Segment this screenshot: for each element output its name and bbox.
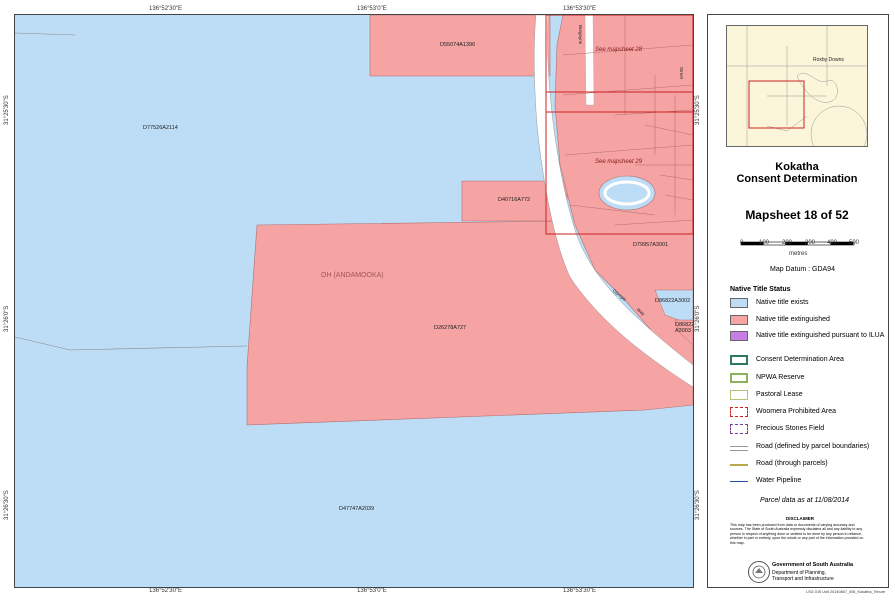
legend-swatch-cda: [730, 355, 748, 365]
coord-bottom-2: 136°53'0"E: [357, 588, 387, 594]
inset-map[interactable]: Roxby Downs: [726, 25, 868, 163]
legend-swatch-precious: [730, 424, 748, 434]
gov-logo-icon: [748, 561, 770, 583]
legend-label-exists: Native title exists: [756, 299, 809, 306]
coord-top-2: 136°53'0"E: [357, 6, 387, 12]
coord-top-3: 136°53'30"E: [563, 6, 597, 12]
coord-top-1: 136°52'30"E: [149, 6, 183, 12]
inset-extent: [748, 80, 805, 129]
label-road-street: Street: [679, 67, 684, 80]
legend-swatch-npwa: [730, 373, 748, 383]
legend-label-road1: Road (defined by parcel boundaries): [756, 443, 870, 450]
legend-label-pipe: Water Pipeline: [756, 477, 802, 484]
label-see-mapsheet-28[interactable]: See mapsheet 28: [595, 47, 642, 53]
legend-swatch-pipe: [730, 481, 748, 482]
legend-label-ilua: Native title extinguished pursuant to IL…: [756, 332, 885, 339]
legend-swatch-ilua: [730, 331, 748, 341]
label-d79957: D79957A3001: [633, 242, 669, 248]
legend-label-pastoral: Pastoral Lease: [756, 391, 803, 398]
coord-left-1: 31°25'30"S: [4, 95, 10, 125]
coord-right-2: 31°26'0"S: [695, 305, 701, 332]
coord-left-3: 31°26'30"S: [4, 490, 10, 520]
map-frame: D55074A1396 D77526A2114 D40716A772 D7995…: [14, 14, 694, 588]
label-d86822-2: D86822 A3003: [675, 322, 694, 334]
legend-swatch-pastoral: [730, 390, 748, 400]
inset-map-canvas: [727, 26, 868, 163]
label-see-mapsheet-29[interactable]: See mapsheet 29: [595, 159, 642, 165]
legend-swatch-exists: [730, 298, 748, 308]
legend-swatch-road2: [730, 464, 748, 466]
label-d40716: D40716A772: [498, 197, 531, 203]
scale-tick-2: 200: [782, 240, 793, 246]
legend-swatch-woomera: [730, 407, 748, 417]
label-oh: OH (ANDAMOOKA): [321, 272, 384, 279]
legend-label-precious: Precious Stones Field: [756, 425, 825, 432]
gov-line3: Transport and Infrastructure: [772, 576, 834, 582]
coord-right-3: 31°26'30"S: [695, 490, 701, 520]
title-line2: Consent Determination: [736, 173, 858, 185]
legend-swatch-road1: [730, 446, 748, 451]
coord-bottom-3: 136°53'30"E: [563, 588, 597, 594]
coord-right-1: 31°25'30"S: [695, 95, 701, 125]
legend-label-npwa: NPWA Reserve: [756, 374, 805, 381]
label-d86822-1: D86822A3002: [655, 298, 691, 304]
label-d77526: D77526A2114: [143, 125, 178, 131]
label-d55074: D55074A1396: [440, 42, 476, 48]
coord-left-2: 31°26'0"S: [4, 305, 10, 332]
legend-label-woomera: Woomera Prohibited Area: [756, 408, 837, 415]
legend-title: Native Title Status: [730, 286, 791, 293]
disclaimer-title: DISCLAIMER: [786, 516, 814, 521]
map-canvas[interactable]: [15, 15, 693, 587]
legend-label-extinguished: Native title extinguished: [756, 316, 830, 323]
scale-tick-4: 400: [827, 240, 838, 246]
legend-label-cda: Consent Determination Area: [756, 356, 844, 363]
scale-tick-1: 100: [759, 240, 770, 246]
legend-swatch-extinguished: [730, 315, 748, 325]
parcel-boundaries: [15, 32, 248, 351]
scale-tick-3: 300: [805, 240, 816, 246]
mapsheet-number: Mapsheet 18 of 52: [745, 208, 849, 222]
scale-tick-5: 500: [849, 240, 860, 246]
coord-bottom-1: 136°52'30"E: [149, 588, 183, 594]
legend-label-road2: Road (through parcels): [756, 460, 828, 467]
disclaimer-text: This map has been produced from data or …: [730, 523, 864, 545]
title-line1: Kokatha: [775, 161, 819, 173]
label-d26278: D26278A727: [434, 325, 467, 331]
scale-tick-0: 0: [740, 240, 744, 246]
inset-label: Roxby Downs: [813, 57, 844, 63]
label-road-burgoyne: Burgoyne: [578, 25, 583, 45]
label-d47747: D47747A2039: [339, 506, 375, 512]
map-datum: Map Datum : GDA94: [770, 266, 835, 273]
gov-line1: Government of South Australia: [772, 562, 854, 568]
parcel-data-date: Parcel data as at 11/08/2014: [760, 497, 849, 504]
scale-unit: metres: [789, 251, 808, 257]
footer-text: LSG GIS Unit 20140807_006_Kokatha_Tenure: [806, 590, 886, 594]
